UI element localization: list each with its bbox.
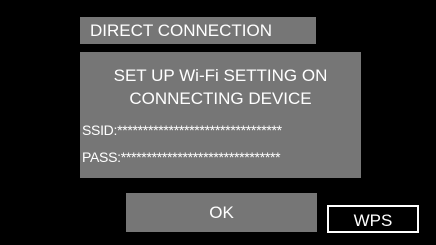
ssid-text: SSID:******************************** <box>82 122 282 138</box>
password-text: PASS:******************************* <box>82 149 281 165</box>
message-panel: SET UP Wi-Fi SETTING ON CONNECTING DEVIC… <box>80 52 361 178</box>
dialog-title: DIRECT CONNECTION <box>80 17 316 44</box>
wps-button[interactable]: WPS <box>327 205 419 233</box>
instruction-message: SET UP Wi-Fi SETTING ON CONNECTING DEVIC… <box>80 64 361 110</box>
direct-connection-screen: DIRECT CONNECTION SET UP Wi-Fi SETTING O… <box>0 0 436 245</box>
ok-button[interactable]: OK <box>126 193 317 232</box>
message-line-1: SET UP Wi-Fi SETTING ON <box>113 66 328 85</box>
message-line-2: CONNECTING DEVICE <box>129 89 312 108</box>
